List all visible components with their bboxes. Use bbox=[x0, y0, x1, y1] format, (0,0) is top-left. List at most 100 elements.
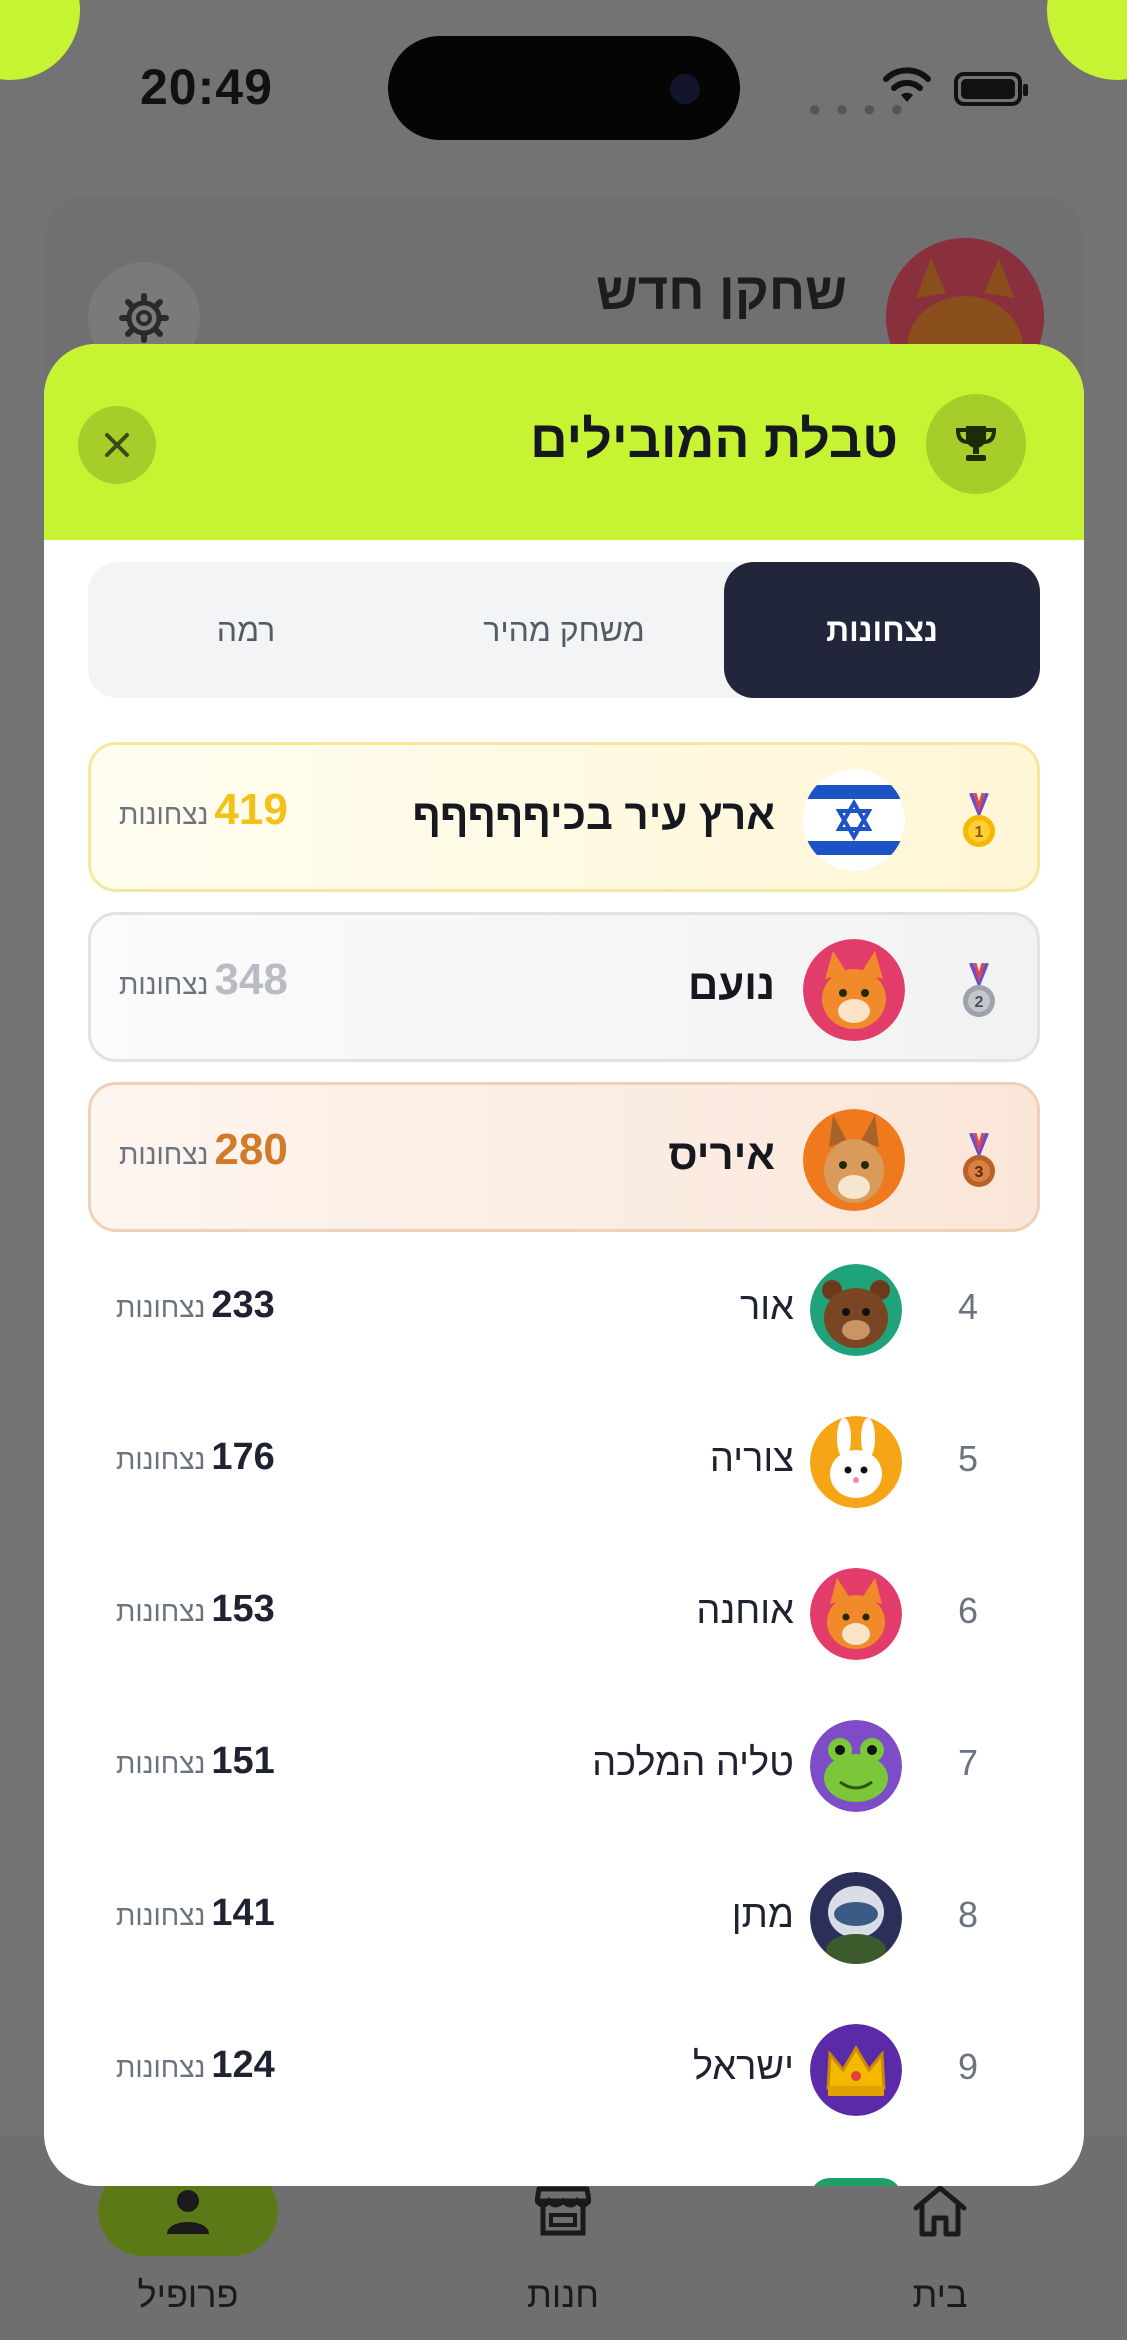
status-time: 20:49 bbox=[140, 59, 273, 115]
close-icon bbox=[105, 433, 129, 457]
score-unit: נצחונות bbox=[119, 1139, 209, 1170]
player-score: 176 נצחונות bbox=[116, 1436, 275, 1479]
gold-medal-icon: 1 bbox=[963, 793, 995, 847]
avatar bbox=[810, 1872, 902, 1964]
avatar bbox=[803, 939, 905, 1041]
nav-profile-label: פרופיל bbox=[137, 2274, 239, 2315]
camera-icon bbox=[670, 74, 700, 104]
leaderboard-row-rank-2[interactable]: 2 נועם 348 נצחונות bbox=[88, 912, 1040, 1062]
rank-number: 6 bbox=[958, 1590, 979, 1631]
profile-name: שחקן חדש bbox=[596, 263, 847, 321]
score-unit: נצחונות bbox=[116, 1444, 206, 1475]
player-score: 124 נצחונות bbox=[116, 2044, 275, 2087]
player-score: 153 נצחונות bbox=[116, 1588, 275, 1631]
leaderboard-row[interactable]: 9 ישראל 124 נצחונות bbox=[88, 1994, 1040, 2144]
israel-flag-icon bbox=[803, 769, 905, 871]
score-value: 124 bbox=[211, 2044, 275, 2086]
avatar bbox=[803, 769, 905, 871]
avatar bbox=[803, 1109, 905, 1211]
tab-level[interactable]: רמה bbox=[88, 562, 404, 698]
trophy-badge bbox=[926, 394, 1026, 494]
modal-header: טבלת המובילים bbox=[44, 344, 1084, 540]
leaderboard-row[interactable]: 8 מתן 141 נצחונות bbox=[88, 1842, 1040, 1992]
player-name: מתן bbox=[731, 1894, 794, 1936]
score-unit: נצחונות bbox=[119, 969, 209, 1000]
leaderboard-row[interactable]: 4 אור 233 נצחונות bbox=[88, 1234, 1040, 1384]
player-name: אוחנה bbox=[696, 1590, 794, 1632]
score-value: 280 bbox=[214, 1125, 288, 1174]
rank-number: 9 bbox=[958, 2046, 979, 2087]
wifi-icon bbox=[883, 67, 931, 102]
rank-number: 5 bbox=[958, 1438, 979, 1479]
score-unit: נצחונות bbox=[116, 2052, 206, 2083]
crown-icon bbox=[810, 2024, 902, 2116]
bronze-medal-icon: 3 bbox=[963, 1133, 995, 1187]
score-value: 141 bbox=[211, 1892, 275, 1934]
tab-wins[interactable]: נצחונות bbox=[724, 562, 1040, 698]
lynx-icon bbox=[803, 1109, 905, 1211]
score-value: 153 bbox=[211, 1588, 275, 1630]
player-score: 141 נצחונות bbox=[116, 1892, 275, 1935]
battery-icon bbox=[954, 72, 1028, 106]
score-unit: נצחונות bbox=[116, 1292, 206, 1323]
leaderboard-row[interactable]: 6 אוחנה 153 נצחונות bbox=[88, 1538, 1040, 1688]
avatar bbox=[810, 1264, 902, 1356]
player-name: נועם bbox=[688, 961, 775, 1008]
avatar bbox=[810, 1720, 902, 1812]
player-score: 280 נצחונות bbox=[119, 1125, 288, 1175]
score-unit: נצחונות bbox=[116, 1596, 206, 1627]
score-unit: נצחונות bbox=[116, 1748, 206, 1779]
rank-number: 8 bbox=[958, 1894, 979, 1935]
nav-store-label: חנות bbox=[527, 2274, 599, 2315]
leaderboard-tabs: נצחונות משחק מהיר רמה bbox=[88, 562, 1040, 698]
home-icon bbox=[913, 2185, 967, 2237]
avatar bbox=[810, 1568, 902, 1660]
gear-icon bbox=[119, 293, 169, 343]
svg-text:1: 1 bbox=[975, 824, 984, 841]
nav-home-label: בית bbox=[912, 2274, 968, 2315]
player-name: צוריה bbox=[709, 1438, 794, 1480]
avatar bbox=[810, 1416, 902, 1508]
tiger-icon bbox=[803, 939, 905, 1041]
frog-icon bbox=[810, 1720, 902, 1812]
score-value: 233 bbox=[211, 1284, 275, 1326]
tab-quick-game[interactable]: משחק מהיר bbox=[406, 562, 722, 698]
close-button[interactable] bbox=[78, 406, 156, 484]
player-name: איריס bbox=[668, 1131, 775, 1178]
nav-store[interactable]: חנות bbox=[453, 2166, 673, 2316]
score-value: 348 bbox=[214, 955, 288, 1004]
svg-text:3: 3 bbox=[975, 1164, 984, 1181]
player-name: טליה המלכה bbox=[592, 1742, 794, 1784]
leaderboard-row-rank-1[interactable]: 1 ארץ עיר בכיףףףףף 419 נצחונות bbox=[88, 742, 1040, 892]
score-unit: נצחונות bbox=[116, 1900, 206, 1931]
leaderboard-row-rank-3[interactable]: 3 איריס 280 נצחונות bbox=[88, 1082, 1040, 1232]
store-icon bbox=[535, 2186, 591, 2236]
modal-title: טבלת המובילים bbox=[530, 411, 898, 469]
player-score: 151 נצחונות bbox=[116, 1740, 275, 1783]
leaderboard-modal: טבלת המובילים נצחונות משחק מהיר רמה 1 אר… bbox=[44, 344, 1084, 2186]
player-name: ישראל bbox=[692, 2046, 794, 2088]
player-name: אור bbox=[739, 1286, 794, 1328]
svg-text:2: 2 bbox=[975, 994, 984, 1011]
leaderboard-row[interactable]: 5 צוריה 176 נצחונות bbox=[88, 1386, 1040, 1536]
score-unit: נצחונות bbox=[119, 799, 209, 830]
player-name: ארץ עיר בכיףףףףף bbox=[412, 791, 775, 838]
player-score: 419 נצחונות bbox=[119, 785, 288, 835]
leaderboard-row[interactable]: 7 טליה המלכה 151 נצחונות bbox=[88, 1690, 1040, 1840]
trophy-icon bbox=[955, 426, 997, 461]
pilot-icon bbox=[810, 1872, 902, 1964]
silver-medal-icon: 2 bbox=[963, 963, 995, 1017]
player-score: 233 נצחונות bbox=[116, 1284, 275, 1327]
user-icon bbox=[167, 2190, 209, 2234]
score-value: 176 bbox=[211, 1436, 275, 1478]
rabbit-icon bbox=[810, 1416, 902, 1508]
score-value: 419 bbox=[214, 785, 288, 834]
nav-home[interactable]: בית bbox=[830, 2166, 1050, 2316]
score-value: 151 bbox=[211, 1740, 275, 1782]
rank-number: 4 bbox=[958, 1286, 979, 1327]
avatar bbox=[810, 2024, 902, 2116]
rank-number: 7 bbox=[958, 1742, 979, 1783]
nav-profile[interactable]: פרופיל bbox=[78, 2166, 298, 2316]
player-score: 348 נצחונות bbox=[119, 955, 288, 1005]
bear-icon bbox=[810, 1264, 902, 1356]
